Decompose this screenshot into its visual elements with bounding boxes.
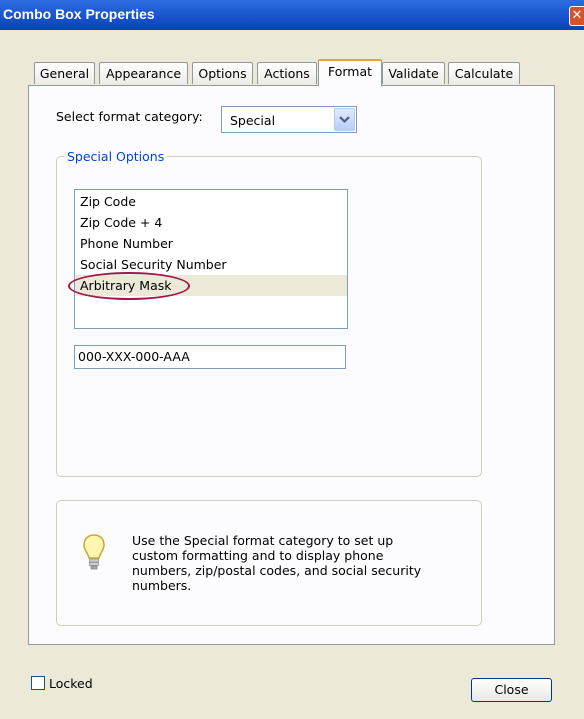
tab-calculate[interactable]: Calculate (448, 62, 520, 84)
window-title: Combo Box Properties (3, 6, 155, 22)
tab-appearance[interactable]: Appearance (99, 62, 188, 84)
tab-options[interactable]: Options (192, 62, 253, 84)
list-item[interactable]: Zip Code + 4 (75, 212, 347, 233)
locked-label: Locked (49, 676, 93, 691)
close-button[interactable]: Close (471, 678, 552, 702)
help-text: Use the Special format category to set u… (132, 533, 422, 593)
tab-validate[interactable]: Validate (382, 62, 445, 84)
tab-actions[interactable]: Actions (257, 62, 317, 84)
special-options-list[interactable]: Zip Code Zip Code + 4 Phone Number Socia… (74, 189, 348, 329)
chevron-down-icon (339, 116, 350, 124)
close-window-button[interactable]: ✕ (569, 6, 584, 26)
lightbulb-icon (83, 534, 105, 570)
title-bar: Combo Box Properties ✕ (0, 0, 584, 30)
tab-format[interactable]: Format (318, 59, 382, 86)
list-item[interactable]: Zip Code (75, 191, 347, 212)
special-options-title: Special Options (64, 149, 168, 164)
format-category-value: Special (230, 113, 276, 128)
tab-general[interactable]: General (34, 62, 95, 84)
locked-checkbox[interactable] (31, 676, 45, 690)
mask-input[interactable]: 000-XXX-000-AAA (74, 345, 346, 369)
list-item[interactable]: Phone Number (75, 233, 347, 254)
dropdown-button[interactable] (334, 108, 355, 131)
annotation-ellipse (68, 272, 190, 300)
format-category-select[interactable]: Special (221, 106, 357, 133)
format-category-label: Select format category: (56, 109, 203, 124)
